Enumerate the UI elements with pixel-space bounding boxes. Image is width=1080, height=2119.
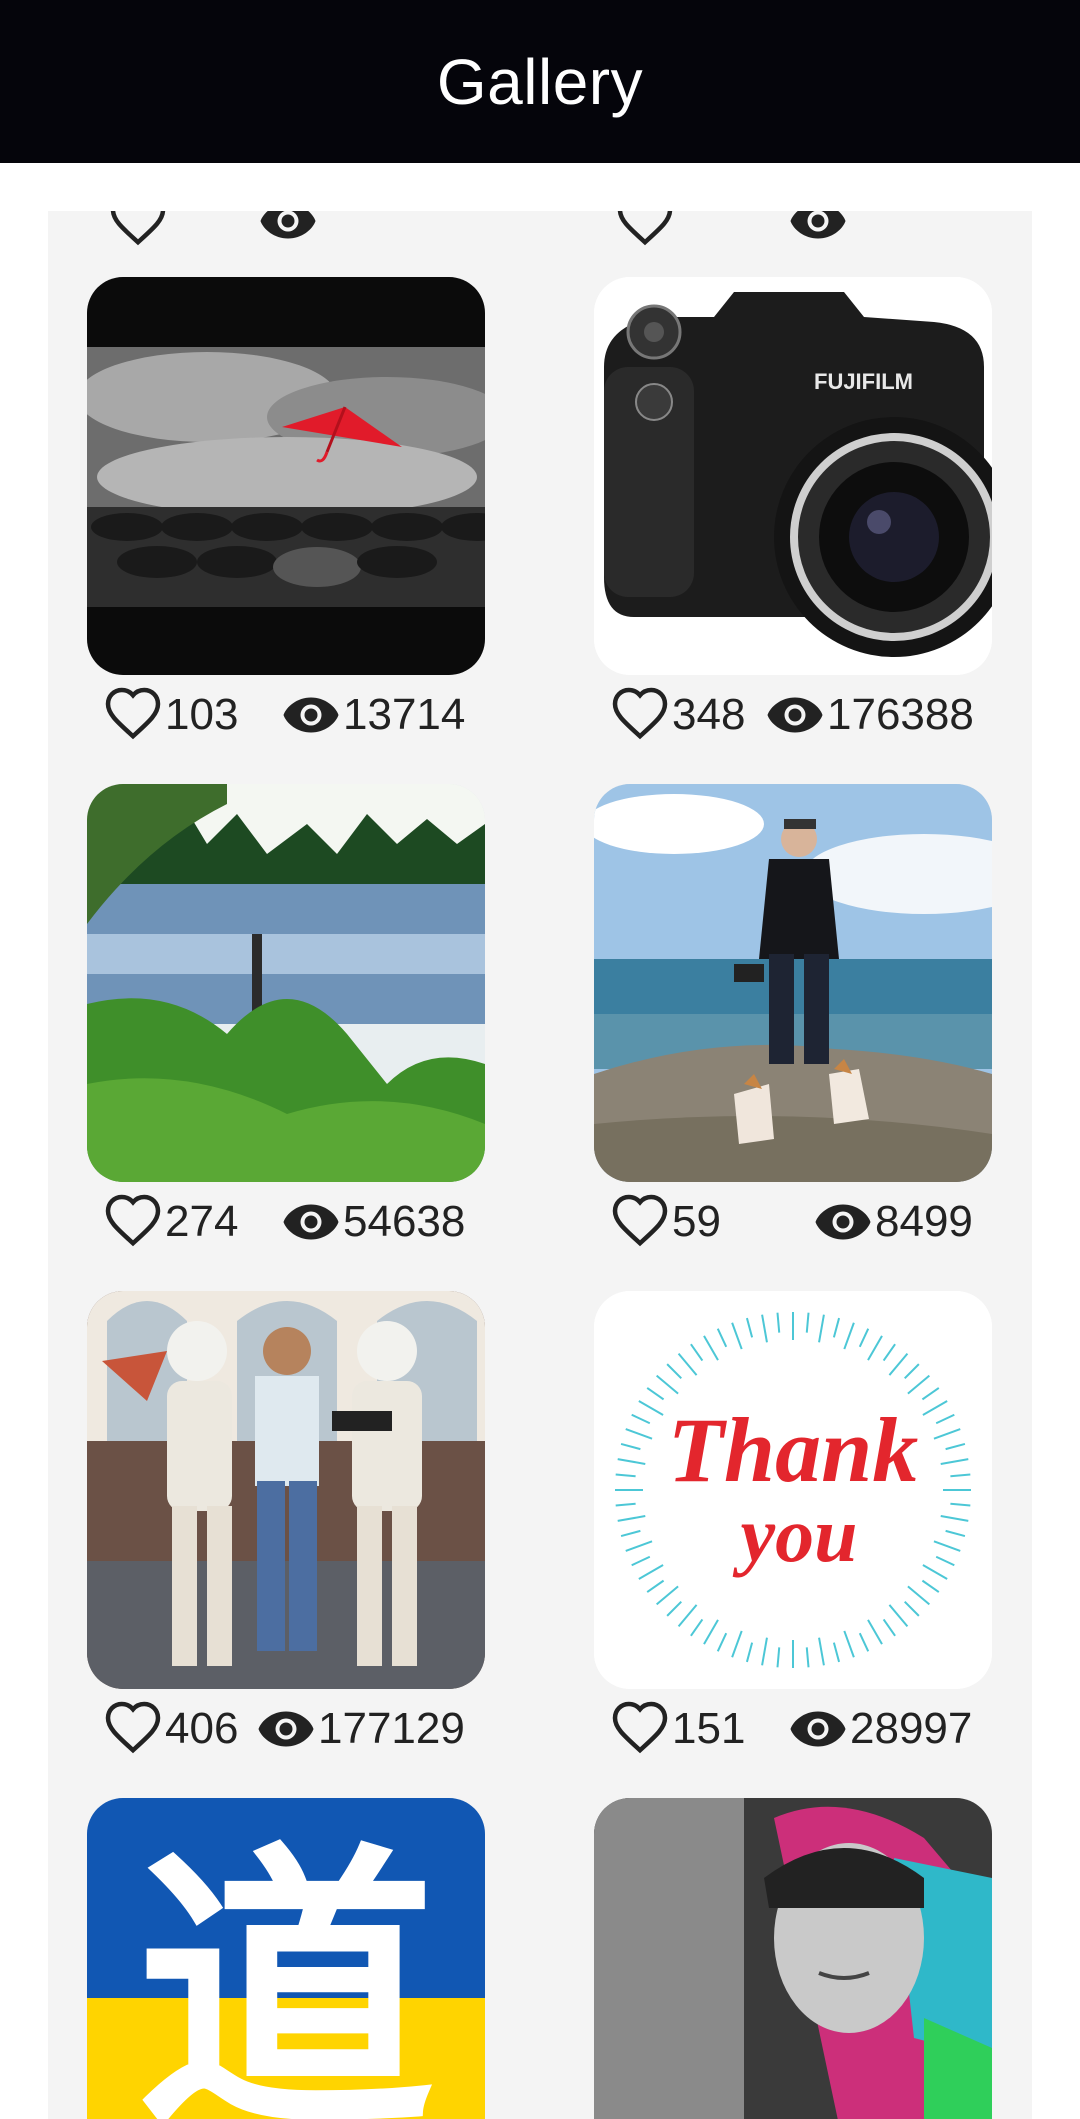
likes-count: 348	[672, 690, 746, 739]
heart-outline-icon[interactable]	[610, 1699, 670, 1759]
heart-outline-icon	[615, 211, 675, 251]
views-count: 176388	[827, 690, 974, 739]
svg-text:you: you	[733, 1491, 858, 1578]
eye-icon	[788, 1699, 848, 1759]
heart-outline-icon[interactable]	[103, 1699, 163, 1759]
gallery-image-camera[interactable]: FUJIFILM	[594, 277, 992, 675]
likes-count: 274	[165, 1197, 239, 1246]
likes-count: 59	[672, 1197, 721, 1246]
views-count: 177129	[318, 1704, 465, 1753]
likes-stat: 59	[610, 1192, 721, 1252]
heart-outline-icon[interactable]	[610, 1192, 670, 1252]
views-count: 28997	[850, 1704, 973, 1753]
gallery-image-portrait[interactable]	[594, 1798, 992, 2119]
likes-stat	[615, 211, 675, 251]
views-stat	[788, 211, 848, 251]
app-header: Gallery	[0, 0, 1080, 163]
likes-stat: 274	[103, 1192, 238, 1252]
likes-count: 103	[165, 690, 239, 739]
gallery-image-lake[interactable]	[87, 784, 485, 1182]
eye-icon	[281, 685, 341, 745]
gallery-image-kanji[interactable]: 道	[87, 1798, 485, 2119]
eye-icon	[788, 211, 848, 251]
eye-icon	[256, 1699, 316, 1759]
heart-outline-icon	[108, 211, 168, 251]
views-stat: 8499	[813, 1192, 973, 1252]
views-stat: 176388	[765, 685, 974, 745]
gallery-image-thank-you[interactable]: Thank you	[594, 1291, 992, 1689]
heart-outline-icon[interactable]	[103, 1192, 163, 1252]
likes-stat: 348	[610, 685, 745, 745]
likes-count: 151	[672, 1704, 746, 1753]
views-stat: 54638	[281, 1192, 465, 1252]
likes-count: 406	[165, 1704, 239, 1753]
svg-text:道: 道	[136, 1820, 436, 2119]
gallery-grid[interactable]: 103 13714 FUJIFILM 348 176388 274 54638 …	[48, 211, 1032, 2119]
eye-icon	[813, 1192, 873, 1252]
likes-stat: 103	[103, 685, 238, 745]
heart-outline-icon[interactable]	[610, 685, 670, 745]
heart-outline-icon[interactable]	[103, 685, 163, 745]
views-count: 54638	[343, 1197, 466, 1246]
views-stat: 177129	[256, 1699, 465, 1759]
views-stat: 28997	[788, 1699, 972, 1759]
svg-text:FUJIFILM: FUJIFILM	[814, 369, 913, 394]
likes-stat: 151	[610, 1699, 745, 1759]
likes-stat: 406	[103, 1699, 238, 1759]
eye-icon	[281, 1192, 341, 1252]
likes-stat	[108, 211, 168, 251]
views-count: 13714	[343, 690, 466, 739]
eye-icon	[765, 685, 825, 745]
eye-icon	[258, 211, 318, 251]
views-stat: 13714	[281, 685, 465, 745]
page-title: Gallery	[436, 45, 644, 118]
gallery-image-stormtroopers[interactable]	[87, 1291, 485, 1689]
views-count: 8499	[875, 1197, 973, 1246]
gallery-image-man-dogs[interactable]	[594, 784, 992, 1182]
views-stat	[258, 211, 318, 251]
gallery-image-umbrella[interactable]	[87, 277, 485, 675]
svg-text:Thank: Thank	[668, 1399, 919, 1501]
